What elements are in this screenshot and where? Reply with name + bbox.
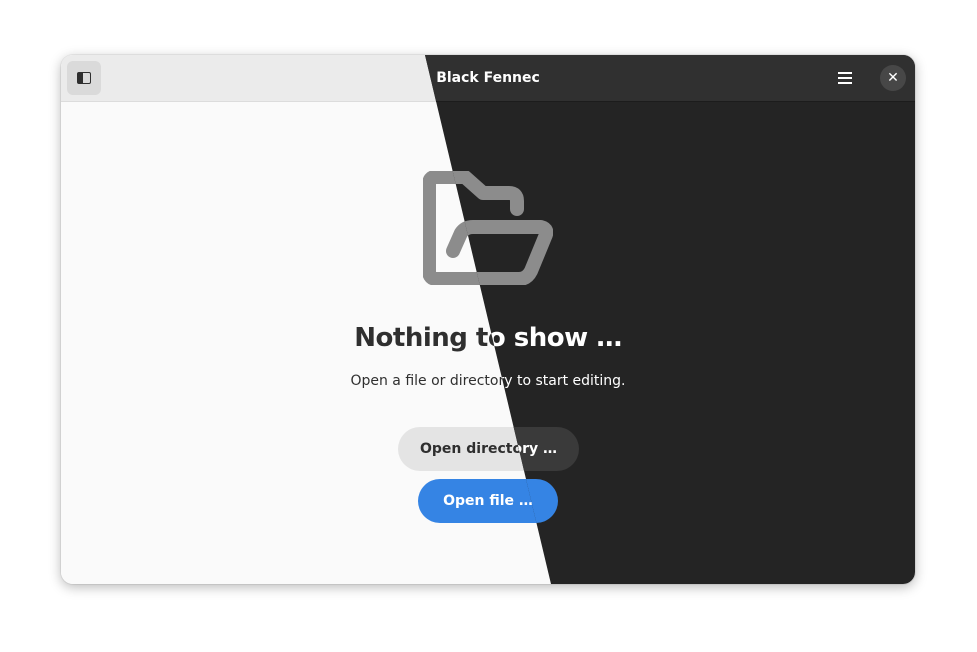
close-icon[interactable]: ✕ xyxy=(880,65,906,91)
hamburger-menu-icon[interactable] xyxy=(835,68,855,88)
app-window: Black Fennec Nothing to show … Open a fi… xyxy=(61,55,915,584)
